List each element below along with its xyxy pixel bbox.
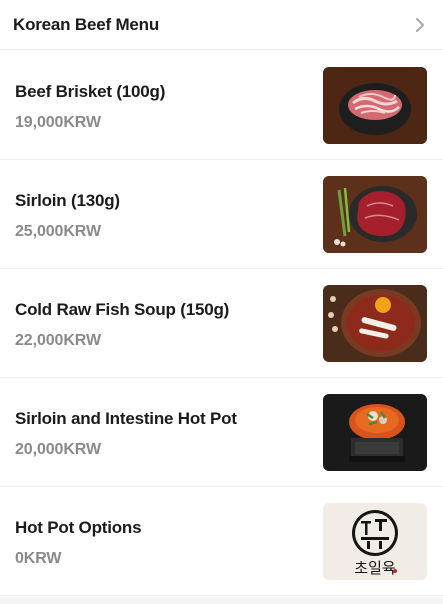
svg-text:초일육: 초일육 (354, 559, 395, 577)
bottom-divider (0, 597, 443, 604)
menu-item-name: Cold Raw Fish Soup (150g) (15, 300, 230, 319)
menu-item-price: 20,000KRW (15, 441, 101, 458)
menu-item-name: Sirloin and Intestine Hot Pot (15, 409, 237, 428)
menu-title: Korean Beef Menu (13, 14, 160, 34)
raw-beef-dish-photo[interactable] (323, 285, 427, 362)
menu-item[interactable]: Cold Raw Fish Soup (150g) 22,000KRW (0, 269, 443, 378)
hot-pot-photo[interactable] (323, 394, 427, 471)
chevron-right-icon[interactable] (413, 17, 427, 32)
menu-item-name: Beef Brisket (100g) (15, 82, 166, 101)
menu-item-name: Hot Pot Options (15, 518, 142, 537)
menu-item[interactable]: Beef Brisket (100g) 19,000KRW (0, 51, 443, 160)
sirloin-photo[interactable] (323, 176, 427, 253)
menu-item-price: 19,000KRW (15, 114, 101, 131)
menu-item-price: 22,000KRW (15, 332, 101, 349)
menu-item-price: 25,000KRW (15, 223, 101, 240)
menu-header[interactable]: Korean Beef Menu (0, 0, 443, 50)
beef-brisket-photo[interactable] (323, 67, 427, 144)
menu-item-name: Sirloin (130g) (15, 191, 120, 210)
menu-list: Beef Brisket (100g) 19,000KRW Sirloin (1… (0, 51, 443, 596)
restaurant-logo[interactable]: 초일육 (323, 503, 427, 580)
menu-item-price: 0KRW (15, 550, 62, 567)
menu-item[interactable]: Hot Pot Options 0KRW 초일육 (0, 487, 443, 596)
menu-item[interactable]: Sirloin and Intestine Hot Pot 20,000KRW (0, 378, 443, 487)
menu-item[interactable]: Sirloin (130g) 25,000KRW (0, 160, 443, 269)
